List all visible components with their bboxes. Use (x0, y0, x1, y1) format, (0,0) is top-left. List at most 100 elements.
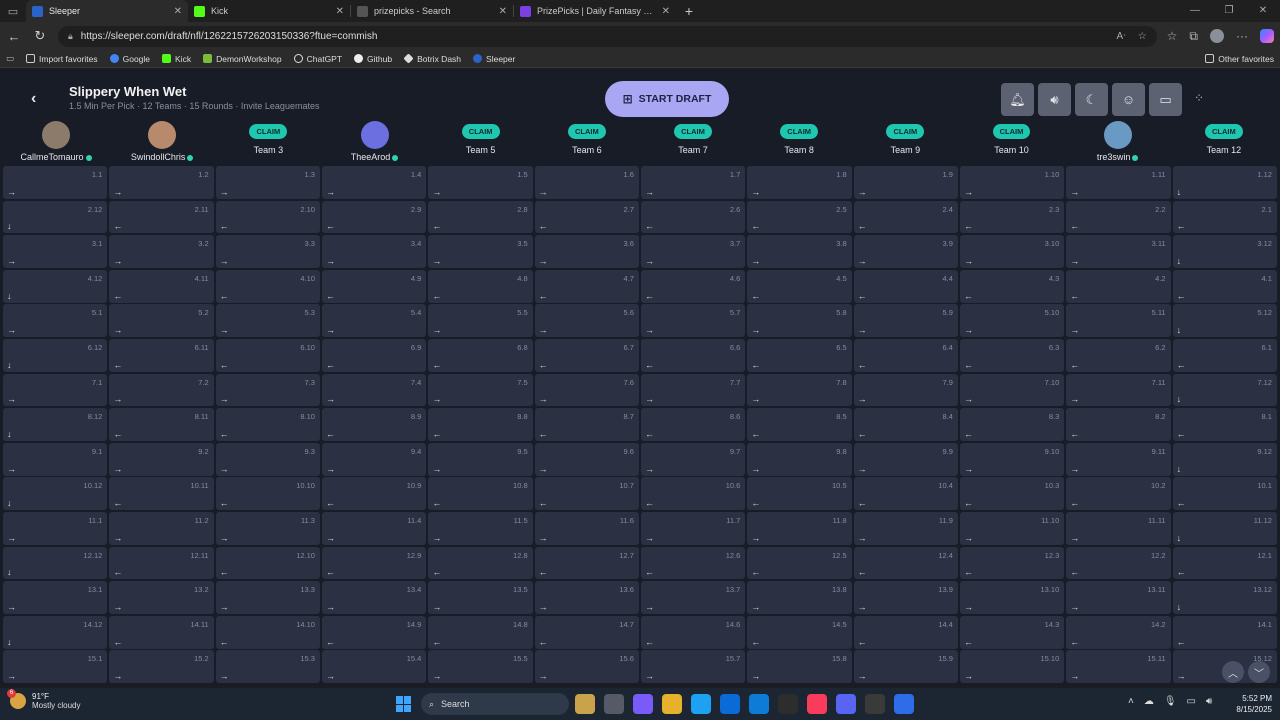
close-tab-icon[interactable]: ✕ (662, 6, 670, 17)
pick-cell[interactable]: 3.3 → (215, 235, 320, 269)
pick-cell[interactable]: 5.4 → (321, 304, 427, 338)
pick-cell[interactable]: 1.1 → (3, 166, 108, 199)
pick-cell[interactable]: 5.6 → (534, 304, 639, 338)
pick-cell[interactable]: 3.4 → (321, 235, 427, 269)
pick-cell[interactable]: 8.6 ← (640, 408, 746, 441)
widgets-icon[interactable] (575, 694, 595, 714)
pick-cell[interactable]: 6.12 ↓ (3, 338, 108, 372)
pick-cell[interactable]: 13.12 ↓ (1172, 581, 1277, 614)
pick-cell[interactable]: 9.11 → (1066, 442, 1171, 476)
pick-cell[interactable]: 4.2 ← (1066, 269, 1171, 303)
close-tab-icon[interactable]: ✕ (174, 6, 182, 17)
pick-cell[interactable]: 3.5 → (428, 235, 533, 269)
pick-cell[interactable]: 3.2 → (109, 235, 214, 269)
team-slot-1[interactable]: CallmeTomauro (3, 121, 109, 165)
pick-cell[interactable]: 12.2 ← (1066, 546, 1171, 580)
pick-cell[interactable]: 3.8 → (747, 235, 852, 269)
pick-cell[interactable]: 7.6 → (534, 373, 639, 407)
profile-avatar[interactable] (1210, 29, 1224, 43)
pick-cell[interactable]: 8.9 ← (321, 408, 427, 441)
url-field[interactable]: 🔒︎ https://sleeper.com/draft/nfl/1262215… (58, 25, 1157, 47)
team-slot-4[interactable]: TheeArod (322, 121, 428, 165)
pick-cell[interactable]: 7.9 → (853, 373, 958, 407)
pick-cell[interactable]: 4.1 ← (1172, 269, 1277, 303)
pick-cell[interactable]: 8.5 ← (747, 408, 852, 441)
pick-cell[interactable]: 14.1 ← (1172, 615, 1277, 649)
pick-cell[interactable]: 11.1 → (3, 511, 108, 545)
browser-tab[interactable]: Sleeper ✕ (26, 0, 188, 22)
pick-cell[interactable]: 6.9 ← (321, 338, 427, 372)
pick-cell[interactable]: 1.4 → (321, 166, 427, 199)
pick-cell[interactable]: 12.4 ← (853, 546, 958, 580)
collections-icon[interactable]: ⧉ (1189, 29, 1198, 44)
pick-cell[interactable]: 2.11 ← (109, 200, 214, 234)
pick-cell[interactable]: 1.12 ↓ (1172, 166, 1277, 199)
pick-cell[interactable]: 10.1 ← (1172, 477, 1277, 511)
moon-icon[interactable]: ☾ (1075, 83, 1108, 116)
pick-cell[interactable]: 13.1 → (3, 581, 108, 614)
pick-cell[interactable]: 6.6 ← (640, 338, 746, 372)
pick-cell[interactable]: 11.3 → (215, 511, 320, 545)
pick-cell[interactable]: 5.8 → (747, 304, 852, 338)
back-chevron-icon[interactable]: ‹ (31, 90, 36, 108)
pick-cell[interactable]: 14.5 ← (747, 615, 852, 649)
pick-cell[interactable]: 12.11 ← (109, 546, 214, 580)
edge-icon[interactable] (691, 694, 711, 714)
pick-cell[interactable]: 13.3 → (215, 581, 320, 614)
pick-cell[interactable]: 8.11 ← (109, 408, 214, 441)
pick-cell[interactable]: 14.6 ← (640, 615, 746, 649)
clock[interactable]: 5:52 PM 8/15/2025 (1228, 693, 1272, 715)
pick-cell[interactable]: 1.3 → (215, 166, 320, 199)
restore-icon[interactable]: ❐ (1212, 0, 1246, 22)
pick-cell[interactable]: 4.6 ← (640, 269, 746, 303)
pick-cell[interactable]: 10.7 ← (534, 477, 639, 511)
pick-cell[interactable]: 7.5 → (428, 373, 533, 407)
pick-cell[interactable]: 12.8 ← (428, 546, 533, 580)
pick-cell[interactable]: 3.1 → (3, 235, 108, 269)
outlook-icon[interactable] (749, 694, 769, 714)
other-favorites[interactable]: Other favorites (1205, 54, 1274, 64)
claim-button[interactable]: CLAIM (461, 124, 500, 139)
team-slot-12[interactable]: CLAIM Team 12 (1171, 121, 1277, 165)
pick-cell[interactable]: 4.10 ← (215, 269, 320, 303)
pick-cell[interactable]: 11.11 → (1066, 511, 1171, 545)
team-slot-6[interactable]: CLAIM Team 6 (534, 121, 640, 165)
volume-icon[interactable]: 🔊︎ (1038, 83, 1071, 116)
favorite-kick[interactable]: Kick (162, 54, 191, 64)
pick-cell[interactable]: 7.10 → (959, 373, 1065, 407)
pick-cell[interactable]: 12.9 ← (321, 546, 427, 580)
chevron-up-icon[interactable]: ˄ (1128, 696, 1134, 707)
pick-cell[interactable]: 4.11 ← (109, 269, 214, 303)
pick-cell[interactable]: 12.3 ← (959, 546, 1065, 580)
pick-cell[interactable]: 2.3 ← (959, 200, 1065, 234)
pick-cell[interactable]: 14.10 ← (215, 615, 320, 649)
pick-cell[interactable]: 10.6 ← (640, 477, 746, 511)
team-slot-8[interactable]: CLAIM Team 8 (746, 121, 852, 165)
pick-cell[interactable]: 15.1 → (3, 650, 108, 684)
browser-tab[interactable]: Kick ✕ (188, 0, 350, 22)
pick-cell[interactable]: 9.8 → (747, 442, 852, 476)
pick-cell[interactable]: 2.4 ← (853, 200, 958, 234)
pick-cell[interactable]: 4.5 ← (747, 269, 852, 303)
pick-cell[interactable]: 8.10 ← (215, 408, 320, 441)
favorite-botrix[interactable]: Botrix Dash (403, 53, 461, 64)
app-icon[interactable] (894, 694, 914, 714)
pick-cell[interactable]: 9.2 → (109, 442, 214, 476)
pick-cell[interactable]: 15.2 → (109, 650, 214, 684)
pick-cell[interactable]: 14.11 ← (109, 615, 214, 649)
pick-cell[interactable]: 2.8 ← (428, 200, 533, 234)
pick-cell[interactable]: 9.10 → (959, 442, 1065, 476)
pick-cell[interactable]: 2.10 ← (215, 200, 320, 234)
more-menu-icon[interactable]: ··· (1236, 29, 1248, 43)
browser-tab[interactable]: prizepicks - Search ✕ (351, 0, 513, 22)
pick-cell[interactable]: 12.6 ← (640, 546, 746, 580)
pick-cell[interactable]: 12.12 ↓ (3, 546, 108, 580)
pick-cell[interactable]: 11.8 → (747, 511, 852, 545)
pick-cell[interactable]: 6.3 ← (959, 338, 1065, 372)
pick-cell[interactable]: 12.10 ← (215, 546, 320, 580)
pick-cell[interactable]: 6.2 ← (1066, 338, 1171, 372)
pick-cell[interactable]: 14.9 ← (321, 615, 427, 649)
pick-cell[interactable]: 13.9 → (853, 581, 958, 614)
pick-cell[interactable]: 8.2 ← (1066, 408, 1171, 441)
windows-start-icon[interactable] (396, 696, 412, 712)
